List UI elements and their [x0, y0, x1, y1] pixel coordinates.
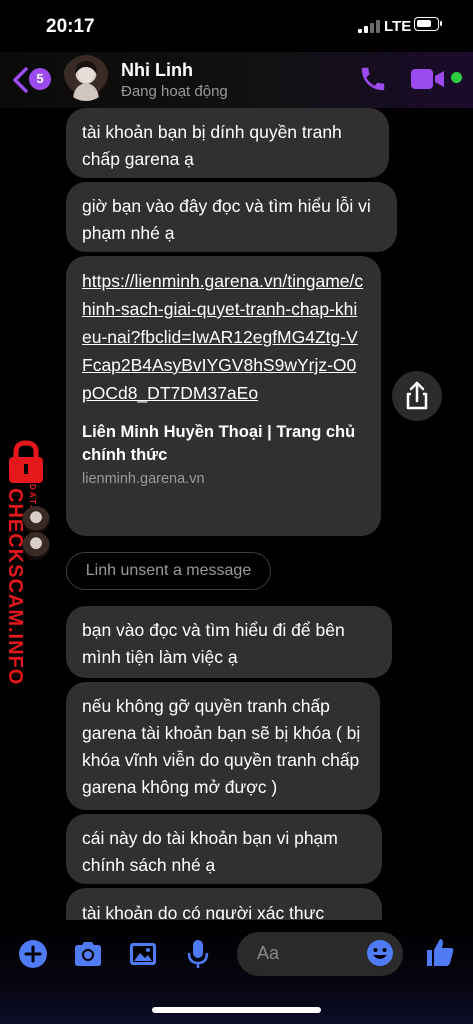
signal-icon [358, 19, 380, 33]
online-indicator [451, 72, 462, 83]
message-bubble[interactable]: cái này do tài khoản bạn vi phạm chính s… [66, 814, 382, 884]
watermark: CHECKSCAM.INFO DATA CENTER [0, 436, 60, 685]
microphone-icon[interactable] [181, 937, 215, 971]
message-bubble[interactable]: giờ bạn vào đây đọc và tìm hiểu lỗi vi p… [66, 182, 397, 252]
home-indicator[interactable] [152, 1007, 321, 1013]
chat-header: 5 Nhi Linh Đang hoạt động [0, 52, 473, 108]
phone-call-icon[interactable] [358, 64, 388, 94]
sender-avatar [22, 506, 50, 534]
link-title[interactable]: Liên Minh Huyền Thoại | Trang chủ chính … [82, 421, 365, 467]
message-bubble[interactable]: tài khoản do có người xác thực [66, 888, 382, 920]
camera-icon[interactable] [71, 937, 105, 971]
contact-name[interactable]: Nhi Linh [121, 60, 193, 81]
status-bar: 20:17 LTE [0, 0, 473, 52]
link-url[interactable]: https://lienminh.garena.vn/tingame/chinh… [82, 267, 365, 407]
link-domain: lienminh.garena.vn [82, 471, 205, 487]
unsent-notice: Linh unsent a message [66, 552, 271, 590]
message-bubble[interactable]: bạn vào đọc và tìm hiểu đi để bên mình t… [66, 606, 392, 678]
message-bubble[interactable]: nếu không gỡ quyền tranh chấp garena tài… [66, 682, 380, 810]
image-icon[interactable] [126, 937, 160, 971]
video-call-icon[interactable] [410, 66, 446, 92]
share-icon [406, 381, 428, 410]
battery-icon [414, 17, 442, 31]
sender-avatar [22, 532, 50, 560]
contact-avatar[interactable] [63, 55, 109, 101]
link-preview-bubble[interactable]: https://lienminh.garena.vn/tingame/chinh… [66, 256, 381, 536]
clock: 20:17 [46, 16, 95, 37]
thumbs-up-icon[interactable] [423, 935, 457, 969]
message-input-placeholder: Aa [257, 943, 280, 963]
lock-icon [9, 440, 43, 483]
contact-status: Đang hoạt động [121, 83, 228, 100]
emoji-icon[interactable] [365, 938, 395, 968]
message-bubble[interactable]: tài khoản bạn bị dính quyền tranh chấp g… [66, 108, 389, 178]
share-button[interactable] [392, 371, 442, 421]
unread-badge[interactable]: 5 [29, 68, 51, 90]
plus-icon[interactable] [16, 937, 50, 971]
network-type: LTE [384, 18, 412, 35]
message-input[interactable]: Aa [237, 932, 403, 976]
